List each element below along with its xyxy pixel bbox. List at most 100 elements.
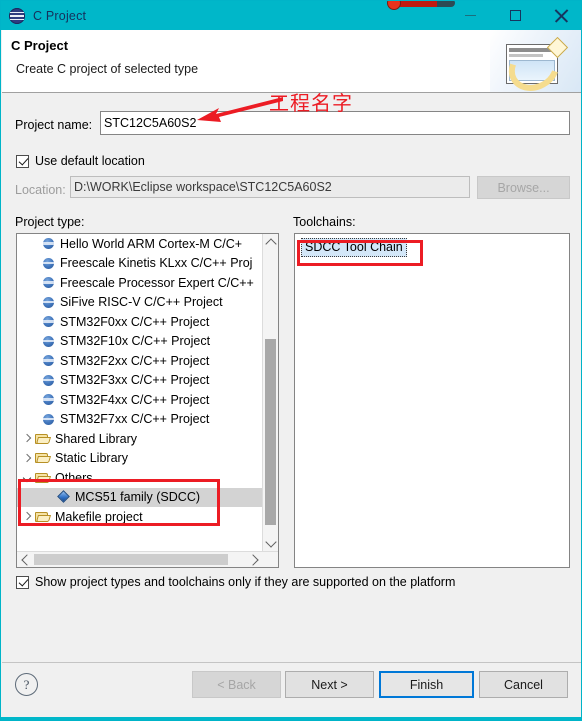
eclipse-icon <box>9 7 25 24</box>
chevron-right-icon[interactable] <box>21 510 34 523</box>
project-type-row-label: STM32F3xx C/C++ Project <box>60 373 210 388</box>
use-default-location-checkbox[interactable]: Use default location <box>16 154 145 168</box>
scroll-right-button[interactable] <box>246 552 262 567</box>
project-type-row[interactable]: STM32F3xx C/C++ Project <box>17 371 262 391</box>
toolchains-list[interactable]: SDCC Tool Chain <box>294 233 570 568</box>
close-button[interactable] <box>538 1 581 30</box>
project-type-row-label: SiFive RISC-V C/C++ Project <box>60 295 223 310</box>
project-disc-icon <box>43 413 54 425</box>
project-type-list[interactable]: Hello World ARM Cortex-M C/C+ Freescale K… <box>16 233 279 568</box>
folder-icon <box>35 433 50 445</box>
maximize-button[interactable] <box>493 1 538 30</box>
project-type-row-label: Freescale Kinetis KLxx C/C++ Proj <box>60 256 253 271</box>
toolchain-item-sdcc[interactable]: SDCC Tool Chain <box>301 238 407 257</box>
project-type-row[interactable]: MCS51 family (SDCC) <box>17 487 262 507</box>
project-type-row-label: Others <box>55 470 93 485</box>
browse-button: Browse... <box>477 176 570 199</box>
project-disc-icon <box>43 238 54 250</box>
project-type-row[interactable]: Hello World ARM Cortex-M C/C+ <box>17 234 262 254</box>
minimize-button[interactable] <box>448 1 493 30</box>
close-icon <box>554 9 568 23</box>
folder-icon <box>35 452 50 464</box>
project-disc-icon <box>43 335 54 347</box>
dialog-footer: ? < Back Next > Finish Cancel <box>2 662 581 720</box>
folder-icon <box>35 511 50 523</box>
folder-icon <box>35 472 50 484</box>
maximize-icon <box>510 10 521 21</box>
project-type-row-label: Static Library <box>55 451 128 466</box>
c-project-wizard-dialog: C Project C Project Create C project of … <box>0 0 582 721</box>
project-disc-icon <box>43 316 54 328</box>
project-type-row-label: STM32F7xx C/C++ Project <box>60 412 210 427</box>
project-disc-icon <box>43 355 54 367</box>
chevron-right-icon[interactable] <box>21 452 34 465</box>
project-type-row[interactable]: Freescale Kinetis KLxx C/C++ Proj <box>17 254 262 274</box>
window-title: C Project <box>33 8 87 23</box>
project-disc-icon <box>43 296 54 308</box>
project-type-row[interactable]: STM32F2xx C/C++ Project <box>17 351 262 371</box>
project-type-row-label: Shared Library <box>55 431 137 446</box>
platform-filter-label: Show project types and toolchains only i… <box>35 575 456 589</box>
project-type-row-label: MCS51 family (SDCC) <box>75 490 201 505</box>
page-subtitle: Create C project of selected type <box>16 62 199 76</box>
project-type-row[interactable]: Static Library <box>17 449 262 469</box>
help-icon[interactable]: ? <box>15 673 38 696</box>
project-type-row[interactable]: SiFive RISC-V C/C++ Project <box>17 293 262 313</box>
project-name-label: Project name: <box>15 118 93 132</box>
back-button: < Back <box>192 671 281 698</box>
scroll-down-button[interactable] <box>263 535 278 551</box>
hscroll-thumb[interactable] <box>34 554 228 565</box>
project-type-row-label: STM32F2xx C/C++ Project <box>60 353 210 368</box>
chevron-down-icon <box>265 535 277 548</box>
project-type-row-label: STM32F10x C/C++ Project <box>60 334 211 349</box>
title-bar: C Project <box>1 1 581 30</box>
location-input: D:\WORK\Eclipse workspace\STC12C5A60S2 <box>70 176 470 198</box>
finish-button[interactable]: Finish <box>379 671 474 698</box>
project-type-row[interactable]: STM32F4xx C/C++ Project <box>17 390 262 410</box>
platform-filter-checkbox[interactable]: Show project types and toolchains only i… <box>16 575 455 589</box>
project-type-row[interactable]: Others <box>17 468 262 488</box>
project-type-row-label: STM32F0xx C/C++ Project <box>60 314 210 329</box>
project-type-row-label: Freescale Processor Expert C/C++ <box>60 275 254 290</box>
cancel-button[interactable]: Cancel <box>479 671 568 698</box>
chevron-down-icon[interactable] <box>21 471 34 484</box>
checkbox-box-icon <box>16 575 29 589</box>
toolchains-label: Toolchains: <box>293 215 356 229</box>
annotation-arrow-icon <box>197 97 283 122</box>
page-title: C Project <box>11 38 69 53</box>
project-type-vscrollbar[interactable] <box>262 234 278 551</box>
location-label: Location: <box>15 183 66 197</box>
project-type-row[interactable]: Freescale Processor Expert C/C++ <box>17 273 262 293</box>
project-type-hscrollbar[interactable] <box>17 551 278 567</box>
wizard-body: Project name: Use default location Locat… <box>2 93 581 662</box>
scroll-left-button[interactable] <box>17 552 33 567</box>
scroll-up-button[interactable] <box>263 234 278 250</box>
vscroll-thumb[interactable] <box>265 339 276 525</box>
bottom-accent-bar <box>1 717 581 720</box>
use-default-location-label: Use default location <box>35 154 145 168</box>
chevron-up-icon <box>265 237 277 250</box>
checkbox-box-icon <box>16 154 29 168</box>
project-type-rows: Hello World ARM Cortex-M C/C+ Freescale K… <box>17 234 262 551</box>
project-type-row[interactable]: STM32F7xx C/C++ Project <box>17 410 262 430</box>
project-type-row[interactable]: Shared Library <box>17 429 262 449</box>
project-disc-icon <box>43 277 54 289</box>
wizard-header: C Project Create C project of selected t… <box>2 30 581 93</box>
next-button[interactable]: Next > <box>285 671 374 698</box>
chevron-left-icon <box>20 554 33 566</box>
project-type-row-label: Hello World ARM Cortex-M C/C+ <box>60 236 243 251</box>
project-type-row-label: STM32F4xx C/C++ Project <box>60 392 210 407</box>
project-disc-icon <box>43 257 54 269</box>
wizard-banner-icon <box>490 30 581 93</box>
project-type-row[interactable]: Makefile project <box>17 507 262 527</box>
project-type-label: Project type: <box>15 215 85 229</box>
chevron-right-icon <box>246 554 259 566</box>
chevron-right-icon[interactable] <box>21 432 34 445</box>
project-type-row[interactable]: STM32F10x C/C++ Project <box>17 332 262 352</box>
minimize-icon <box>465 14 476 17</box>
project-type-row[interactable]: STM32F0xx C/C++ Project <box>17 312 262 332</box>
project-disc-icon <box>43 394 54 406</box>
project-disc-icon <box>43 374 54 386</box>
diamond-icon <box>57 491 70 504</box>
project-type-row-label: Makefile project <box>55 509 143 524</box>
